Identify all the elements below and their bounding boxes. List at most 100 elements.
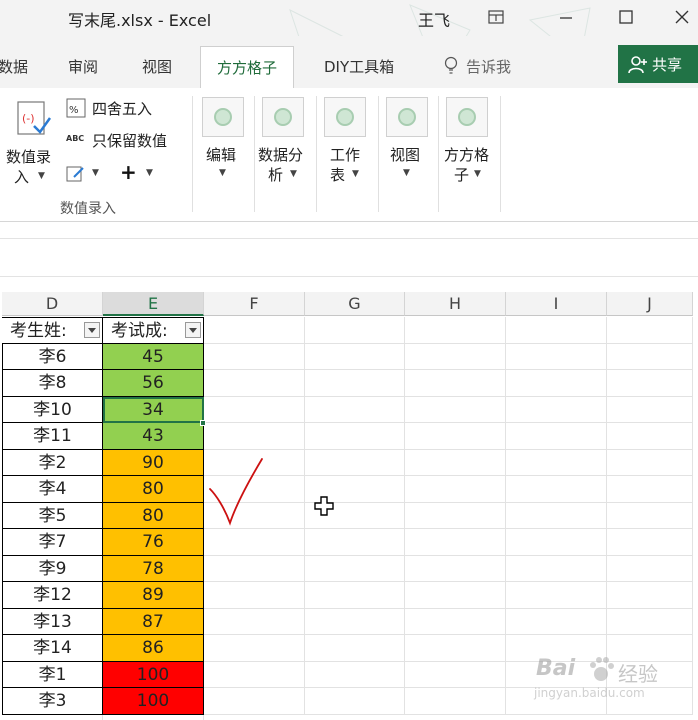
keep-values-button[interactable]: ABC 只保留数值 [66,128,186,152]
empty-cell[interactable] [506,476,607,503]
score-cell[interactable]: 56 [103,370,204,397]
empty-cell[interactable] [305,635,405,662]
name-cell[interactable]: 李10 [2,396,103,423]
empty-cell[interactable] [204,529,305,556]
empty-cell[interactable] [506,423,607,450]
minimize-icon[interactable] [552,4,580,30]
score-cell[interactable]: 80 [103,476,204,503]
name-cell[interactable]: 李6 [2,343,103,370]
empty-cell[interactable] [405,370,506,397]
empty-cell[interactable] [405,423,506,450]
empty-cell[interactable] [506,396,607,423]
tab-view[interactable]: 视图 [142,56,172,77]
score-cell[interactable]: 87 [103,608,204,635]
empty-cell[interactable] [103,714,204,720]
empty-cell[interactable] [204,555,305,582]
selected-score-cell[interactable]: 34 [103,396,204,423]
name-cell[interactable]: 李5 [2,502,103,529]
column-header-j[interactable]: J [607,292,693,316]
column-header-f[interactable]: F [204,292,305,316]
empty-cell[interactable] [506,370,607,397]
empty-cell[interactable] [607,502,693,529]
empty-cell[interactable] [305,343,405,370]
empty-cell[interactable] [405,396,506,423]
empty-cell[interactable] [305,582,405,609]
filter-dropdown-icon[interactable] [185,322,201,338]
empty-cell[interactable] [204,423,305,450]
empty-cell[interactable] [405,635,506,662]
empty-cell[interactable] [405,476,506,503]
tab-data[interactable]: 数据 [0,56,28,77]
name-cell[interactable]: 李3 [2,688,103,715]
name-cell[interactable]: 李2 [2,449,103,476]
share-button[interactable]: 共享 [618,45,698,83]
score-cell[interactable]: 78 [103,555,204,582]
empty-cell[interactable] [305,688,405,715]
empty-cell[interactable] [204,317,305,344]
empty-cell[interactable] [305,317,405,344]
empty-cell[interactable] [204,608,305,635]
empty-cell[interactable] [204,688,305,715]
empty-cell[interactable] [305,396,405,423]
name-cell[interactable]: 李4 [2,476,103,503]
empty-cell[interactable] [405,529,506,556]
close-icon[interactable] [668,4,696,30]
empty-cell[interactable] [405,555,506,582]
empty-cell[interactable] [405,449,506,476]
empty-cell[interactable] [305,529,405,556]
empty-cell[interactable] [204,370,305,397]
column-header-e[interactable]: E [103,292,204,316]
empty-cell[interactable] [204,582,305,609]
empty-cell[interactable] [607,582,693,609]
edit-menu-button[interactable]: 编辑 ▼ [200,88,250,188]
fill-handle[interactable] [200,420,206,426]
empty-cell[interactable] [506,582,607,609]
empty-cell[interactable] [405,688,506,715]
empty-cell[interactable] [305,661,405,688]
empty-cell[interactable] [204,635,305,662]
ffgz-menu-button[interactable]: 方方格 子 ▼ [444,88,500,188]
name-cell[interactable]: 李1 [2,661,103,688]
score-cell[interactable]: 45 [103,343,204,370]
empty-cell[interactable] [204,343,305,370]
data-analysis-menu-button[interactable]: 数据分 析 ▼ [258,88,316,188]
empty-cell[interactable] [305,423,405,450]
empty-cell[interactable] [607,476,693,503]
empty-cell[interactable] [607,449,693,476]
empty-cell[interactable] [405,317,506,344]
empty-cell[interactable] [607,608,693,635]
tab-review[interactable]: 审阅 [68,56,98,77]
empty-cell[interactable] [607,343,693,370]
tab-diy-toolbox[interactable]: DIY工具箱 [324,56,394,77]
empty-cell[interactable] [506,529,607,556]
tell-me-search[interactable]: 告诉我 [466,56,511,77]
score-cell[interactable]: 90 [103,449,204,476]
name-cell[interactable]: 李14 [2,635,103,662]
user-name[interactable]: 王飞 [418,7,450,31]
name-cell[interactable]: 李13 [2,608,103,635]
ribbon-display-options-icon[interactable] [482,4,510,30]
empty-cell[interactable] [607,396,693,423]
score-cell[interactable]: 86 [103,635,204,662]
header-score-cell[interactable]: 考试成: [103,317,204,344]
name-cell[interactable]: 李12 [2,582,103,609]
empty-cell[interactable] [405,608,506,635]
score-cell[interactable]: 43 [103,423,204,450]
score-cell[interactable]: 76 [103,529,204,556]
empty-cell[interactable] [305,370,405,397]
empty-cell[interactable] [405,582,506,609]
empty-cell[interactable] [2,714,103,720]
empty-cell[interactable] [506,608,607,635]
header-name-cell[interactable]: 考生姓: [2,317,103,344]
column-header-g[interactable]: G [305,292,405,316]
score-cell[interactable]: 100 [103,661,204,688]
tab-fangfanggezi[interactable]: 方方格子 [200,46,295,88]
empty-cell[interactable] [607,529,693,556]
empty-cell[interactable] [305,608,405,635]
empty-cell[interactable] [506,343,607,370]
score-cell[interactable]: 80 [103,502,204,529]
score-cell[interactable]: 89 [103,582,204,609]
name-cell[interactable]: 李11 [2,423,103,450]
column-header-h[interactable]: H [405,292,506,316]
view-menu-button[interactable]: 视图 ▼ [384,88,436,188]
